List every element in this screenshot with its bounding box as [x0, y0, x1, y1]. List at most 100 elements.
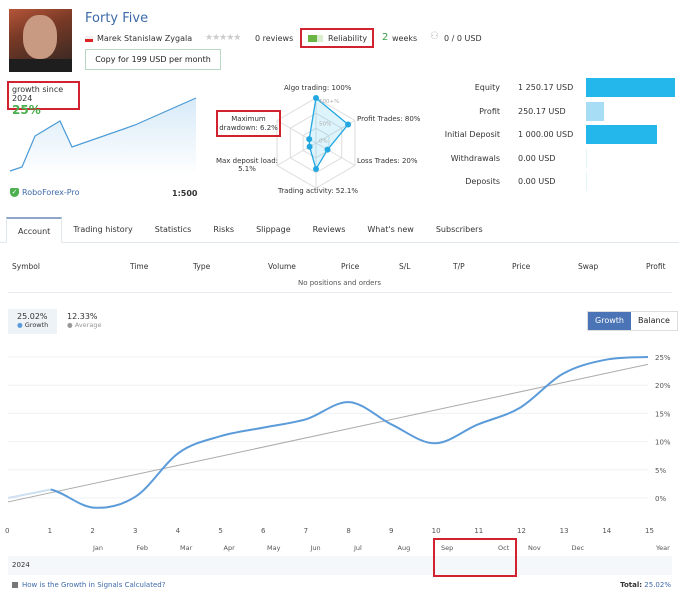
broker[interactable]: ✓ RoboForex-Pro	[10, 188, 79, 197]
legend-growth-label: Growth	[24, 321, 49, 329]
legend-growth[interactable]: 25.02% ● Growth	[8, 309, 57, 334]
finance-row: Equity 1 250.17 USD	[430, 78, 679, 97]
finance-bar	[586, 172, 587, 191]
x-tick-label: 2	[90, 527, 95, 535]
leverage: 1:500	[172, 189, 198, 198]
x-tick-label: 13	[559, 527, 569, 535]
x-tick-label: 3	[133, 527, 138, 535]
reviews-link[interactable]: 0 reviews	[255, 34, 293, 43]
tab-subscribers[interactable]: Subscribers	[425, 217, 494, 242]
y-tick-label: 5%	[655, 467, 666, 475]
growth-line	[50, 356, 649, 509]
tab-bar: Account Trading history Statistics Risks…	[0, 217, 679, 243]
radar-label-drawdown: Maximum drawdown: 6.2%	[216, 110, 281, 137]
col-price-current: Price	[512, 262, 531, 271]
author[interactable]: Marek Stanislaw Zygala	[85, 34, 192, 43]
radar-label-deposit-load: Max deposit load: 5.1%	[215, 157, 279, 173]
subscribers-icon: ⚇	[430, 31, 439, 42]
x-tick-label: 14	[602, 527, 612, 535]
balance-toggle-button[interactable]: Balance	[631, 312, 677, 330]
legend-average-value: 12.33%	[67, 312, 98, 321]
x-tick-label: 1	[47, 527, 53, 535]
month-header: Mar	[180, 544, 193, 552]
help-icon	[12, 582, 18, 588]
total-value: 25.02%	[644, 581, 671, 589]
growth-toggle-button[interactable]: Growth	[588, 312, 631, 330]
month-header: May	[267, 544, 281, 552]
x-tick-label: 6	[261, 527, 266, 535]
col-profit: Profit	[646, 262, 666, 271]
col-symbol: Symbol	[12, 262, 40, 271]
radar-point	[345, 121, 352, 128]
radar-chart: 100+% 50% 0%	[276, 95, 356, 189]
finance-row: Withdrawals 0.00 USD	[430, 148, 679, 168]
reliability-bars-icon	[308, 34, 323, 42]
finance-bar	[586, 78, 675, 97]
col-tp: T/P	[453, 262, 465, 271]
total-label: Total:	[620, 581, 643, 589]
tab-trading-history[interactable]: Trading history	[62, 217, 143, 242]
radar-ring-label: 50%	[319, 122, 331, 128]
y-tick-label: 10%	[655, 439, 671, 447]
radar-point	[324, 146, 331, 153]
legend-average[interactable]: 12.33% ● Average	[67, 312, 101, 329]
signal-title[interactable]: Forty Five	[85, 11, 148, 26]
month-header: Nov	[528, 544, 541, 552]
tab-whats-new[interactable]: What's new	[356, 217, 424, 242]
finance-label: Profit	[479, 106, 500, 116]
finance-row: Deposits 0.00 USD	[430, 172, 679, 191]
legend-growth-value: 25.02%	[17, 312, 48, 321]
tab-account[interactable]: Account	[6, 217, 63, 243]
col-price: Price	[341, 262, 360, 271]
radar-ring-label: 0%	[319, 139, 328, 145]
tab-slippage[interactable]: Slippage	[245, 217, 302, 242]
growth-chart: 0% 5% 10% 15% 20% 25%	[7, 354, 671, 509]
copy-button[interactable]: Copy for 199 USD per month	[85, 49, 221, 70]
month-header: Jan	[93, 544, 104, 552]
finance-bar	[586, 148, 587, 168]
help-link[interactable]: How is the Growth in Signals Calculated?	[12, 581, 165, 589]
x-tick-label: 8	[346, 527, 351, 535]
x-tick-label: 12	[517, 527, 526, 535]
radar-label-profit: Profit Trades: 80%	[357, 115, 421, 123]
weeks-count: 2	[382, 32, 389, 43]
finance-bar	[586, 101, 604, 121]
tab-reviews[interactable]: Reviews	[302, 217, 357, 242]
highlight-sep-oct	[433, 538, 517, 577]
radar-point	[306, 136, 313, 143]
x-tick-label: 7	[303, 527, 309, 535]
finance-bar	[586, 125, 658, 144]
col-volume: Volume	[268, 262, 296, 271]
subscribers-value: 0 / 0 USD	[444, 34, 482, 43]
radar-label-algo: Algo trading: 100%	[284, 84, 352, 92]
tab-statistics[interactable]: Statistics	[144, 217, 203, 242]
radar-ring-label: 100+%	[319, 99, 339, 105]
x-tick-label: 0	[5, 527, 10, 535]
x-tick-label: 10	[431, 527, 441, 535]
finance-value: 0.00 USD	[518, 153, 556, 163]
reliability-badge[interactable]: Reliability	[300, 28, 374, 48]
divider	[8, 292, 672, 293]
rating-stars-icon: ★★★★★	[205, 33, 241, 43]
y-tick-label: 15%	[655, 410, 671, 418]
avatar	[9, 9, 72, 72]
year-row	[8, 556, 672, 575]
col-swap: Swap	[578, 262, 599, 271]
poland-flag-icon	[85, 35, 93, 42]
finance-value: 0.00 USD	[518, 177, 556, 186]
year-label: 2024	[12, 561, 30, 569]
finance-label: Initial Deposit	[444, 130, 500, 139]
finance-value: 1 250.17 USD	[518, 83, 574, 92]
col-sl: S/L	[399, 262, 411, 271]
tab-risks[interactable]: Risks	[202, 217, 245, 242]
verified-shield-icon: ✓	[10, 188, 19, 197]
col-time: Time	[130, 262, 149, 271]
chart-mode-toggle: Growth Balance	[587, 311, 678, 331]
finance-label: Deposits	[465, 177, 500, 186]
x-tick-label: 11	[474, 527, 484, 535]
finance-row: Initial Deposit 1 000.00 USD	[430, 125, 679, 144]
legend-average-label: Average	[74, 321, 102, 329]
finance-value: 1 000.00 USD	[518, 130, 574, 139]
finance-label: Equity	[474, 83, 500, 92]
finance-row: Profit 250.17 USD	[430, 101, 679, 121]
